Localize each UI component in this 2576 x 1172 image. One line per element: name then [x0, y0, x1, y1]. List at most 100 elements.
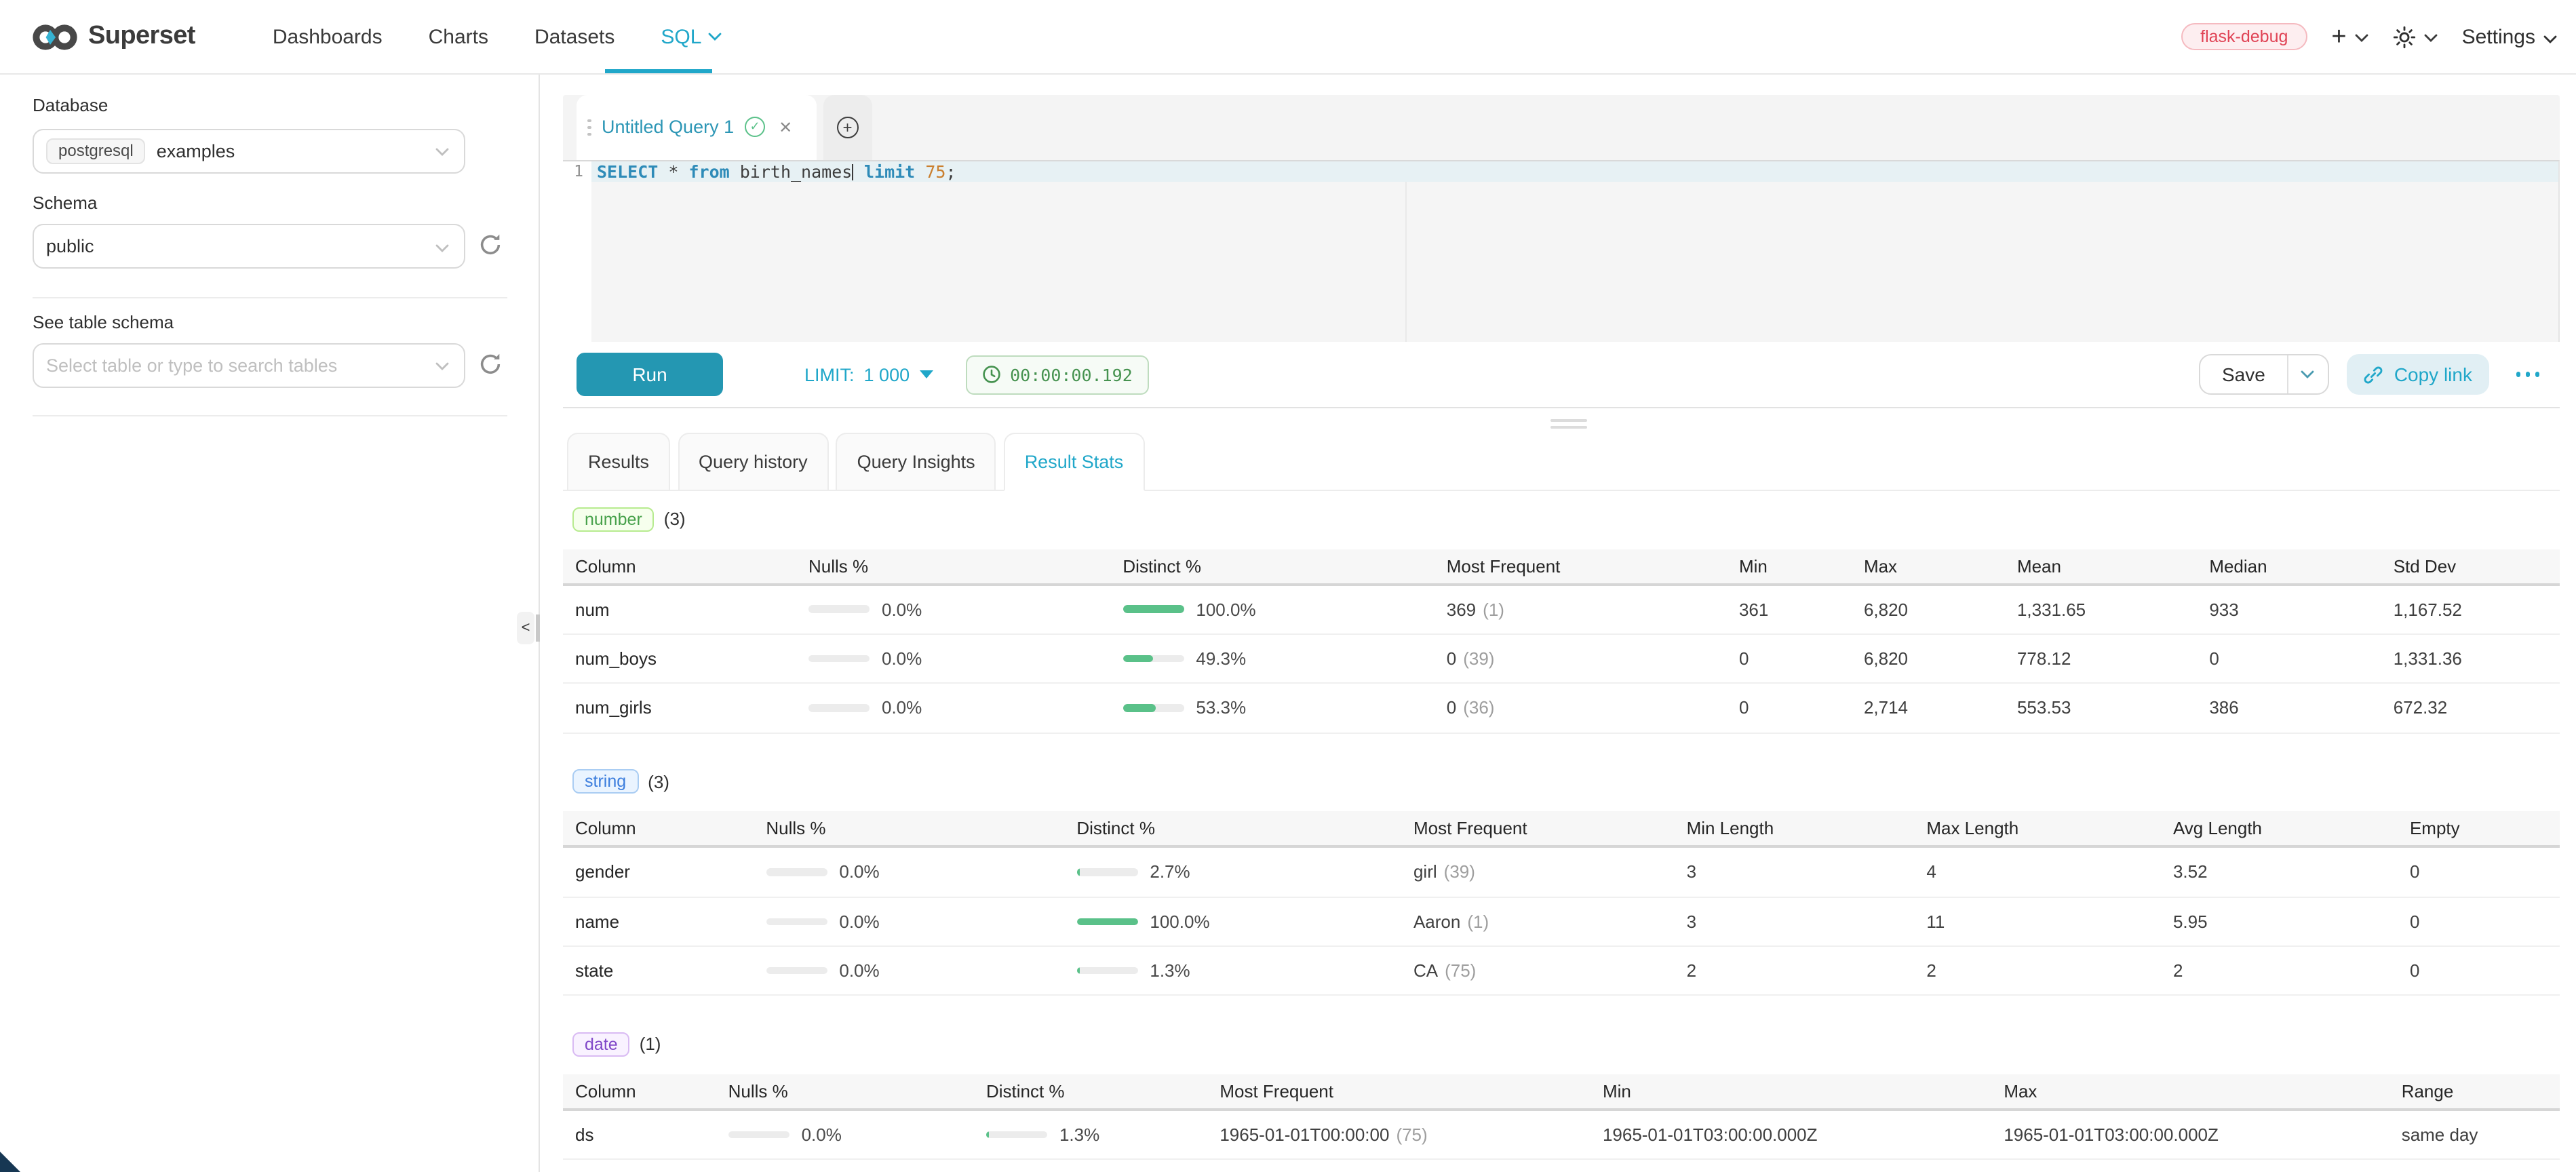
column-count: (3) — [648, 771, 669, 792]
refresh-icon[interactable] — [477, 351, 503, 376]
sql-token — [915, 161, 925, 181]
cell-distinct-: 100.0% — [1076, 912, 1413, 932]
frequent-count: (75) — [1396, 1125, 1427, 1145]
tab-query-history[interactable]: Query history — [678, 433, 829, 491]
cell-min: 361 — [1739, 599, 1864, 619]
chevron-down-icon — [708, 33, 722, 41]
column-count: (3) — [664, 509, 686, 529]
save-split-button[interactable]: Save — [2199, 354, 2329, 395]
nulls--bar — [728, 1131, 789, 1139]
query-tab[interactable]: Untitled Query 1 ✓ ✕ — [577, 95, 817, 159]
cell-most-frequent: 1965-01-01T00:00:00(75) — [1219, 1125, 1603, 1145]
frequent-value: 369 — [1447, 599, 1476, 619]
cell-max: 1965-01-01T03:00:00.000Z — [2004, 1125, 2401, 1145]
nav-menu: Dashboards Charts Datasets SQL — [273, 0, 768, 73]
frequent-value: CA — [1413, 960, 1438, 981]
cell-most-frequent: 0 (36) — [1447, 698, 1739, 718]
percent-label: 100.0% — [1196, 599, 1255, 619]
cell-nulls-: 0.0% — [728, 1125, 986, 1145]
theme-dropdown[interactable] — [2393, 24, 2438, 49]
chevron-down-icon — [435, 362, 449, 370]
refresh-icon[interactable] — [477, 232, 503, 258]
frequent-count: (75) — [1445, 960, 1476, 981]
nav-item-dashboards[interactable]: Dashboards — [273, 25, 383, 48]
percent-label: 100.0% — [1150, 912, 1209, 932]
stats-section-string: string(3)ColumnNulls %Distinct %Most Fre… — [563, 769, 2560, 996]
pane-resize-handle[interactable] — [1550, 419, 1587, 428]
copy-link-button[interactable]: Copy link — [2347, 354, 2489, 395]
top-navbar: Superset Dashboards Charts Datasets SQL fla… — [0, 0, 2576, 75]
tab-results[interactable]: Results — [567, 433, 670, 491]
settings-menu[interactable]: Settings — [2462, 25, 2557, 48]
save-button[interactable]: Save — [2200, 355, 2287, 393]
database-select[interactable]: postgresql examples — [33, 128, 465, 173]
nav-item-sql[interactable]: SQL — [661, 25, 722, 48]
cell-max: 2,714 — [1864, 698, 2017, 718]
cell-nulls-: 0.0% — [808, 648, 1123, 669]
column-header-std-dev: Std Dev — [2394, 555, 2558, 576]
tab-result-stats[interactable]: Result Stats — [1004, 433, 1145, 491]
sql-code-editor[interactable]: 1 SELECT * from birth_names limit 75; — [563, 159, 2560, 342]
stats-table-header: ColumnNulls %Distinct %Most FrequentMinM… — [563, 1074, 2560, 1111]
nulls--bar — [808, 606, 870, 613]
refresh-tables-button[interactable] — [477, 351, 505, 378]
type-badge-number: number — [572, 507, 655, 531]
run-button[interactable]: Run — [577, 353, 723, 396]
save-options-caret[interactable] — [2287, 355, 2328, 393]
nulls--bar — [766, 967, 827, 975]
collapse-sidebar-handle[interactable]: < — [517, 612, 534, 644]
column-header-min: Min — [1603, 1081, 2004, 1101]
cell-distinct-: 1.3% — [1076, 960, 1413, 981]
cell-nulls-: 0.0% — [808, 698, 1123, 718]
timer-value: 00:00:00.192 — [1010, 364, 1133, 385]
refresh-schema-button[interactable] — [477, 232, 505, 259]
nav-item-label: SQL — [661, 25, 701, 48]
frequent-value: 0 — [1447, 698, 1456, 718]
sql-token: from — [688, 161, 729, 181]
sql-token: * — [658, 161, 688, 181]
cell-max: 6,820 — [1864, 648, 2017, 669]
sidebar-scrollbar-thumb[interactable] — [535, 614, 539, 642]
cell-mean: 553.53 — [2017, 698, 2209, 718]
cell-column: name — [563, 912, 766, 932]
tab-label: Query Insights — [857, 452, 975, 472]
chevron-down-icon — [435, 148, 449, 156]
frequent-count: (36) — [1463, 698, 1494, 718]
cell-nulls-: 0.0% — [766, 960, 1076, 981]
cell-column: num_boys — [563, 648, 808, 669]
distinct--bar — [1076, 918, 1137, 925]
editor-empty-area — [563, 181, 2558, 342]
limit-dropdown[interactable]: LIMIT: 1 000 — [804, 364, 933, 385]
cell-avg-length: 2 — [2173, 960, 2410, 981]
tab-label: Results — [588, 452, 649, 472]
cell-column: num — [563, 599, 808, 619]
tab-query-insights[interactable]: Query Insights — [836, 433, 996, 491]
new-query-tab-button[interactable]: + — [823, 95, 872, 159]
nulls--bar — [808, 704, 870, 711]
percent-label: 2.7% — [1150, 862, 1190, 882]
percent-label: 1.3% — [1150, 960, 1190, 981]
cell-max-length: 11 — [1926, 912, 2173, 932]
cell-empty: 0 — [2410, 862, 2558, 882]
frequent-value: girl — [1413, 862, 1437, 882]
nav-item-charts[interactable]: Charts — [429, 25, 488, 48]
superset-logo[interactable]: Superset — [33, 22, 195, 52]
column-header-empty: Empty — [2410, 818, 2558, 838]
link-icon — [2363, 364, 2383, 385]
close-tab-icon[interactable]: ✕ — [779, 118, 792, 137]
table-select[interactable]: Select table or type to search tables — [33, 343, 465, 387]
percent-label: 0.0% — [839, 960, 879, 981]
distinct--bar — [1123, 704, 1184, 711]
nav-item-datasets[interactable]: Datasets — [534, 25, 614, 48]
query-tab-strip: Untitled Query 1 ✓ ✕ + — [563, 95, 2560, 159]
sql-token: ; — [945, 161, 956, 181]
cell-distinct-: 100.0% — [1123, 599, 1446, 619]
more-actions-button[interactable] — [2513, 367, 2542, 383]
chevron-down-icon — [2424, 34, 2438, 42]
cell-avg-length: 5.95 — [2173, 912, 2410, 932]
environment-badge: flask-debug — [2181, 23, 2307, 50]
schema-select[interactable]: public — [33, 224, 465, 269]
new-item-dropdown[interactable]: + — [2331, 24, 2368, 50]
stats-section-number: number(3)ColumnNulls %Distinct %Most Fre… — [563, 507, 2560, 733]
results-tab-bar: Results Query history Query Insights Result… — [563, 433, 2560, 491]
